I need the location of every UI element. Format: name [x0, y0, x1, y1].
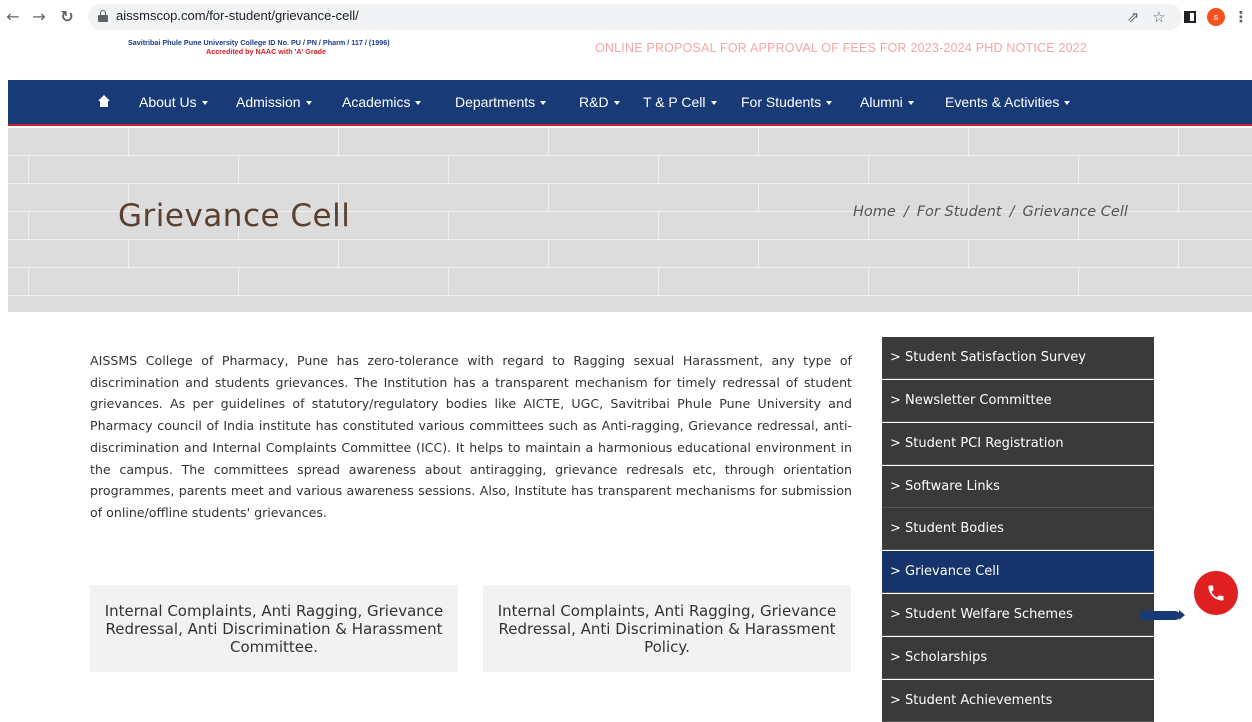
share-icon[interactable]: ⇗ — [1122, 6, 1144, 28]
profile-avatar[interactable]: s — [1207, 8, 1225, 26]
sidebar-item-student-bodies[interactable]: > Student Bodies — [882, 508, 1154, 550]
star-icon[interactable]: ☆ — [1148, 6, 1170, 28]
caret-down-icon — [540, 101, 547, 106]
caret-down-icon — [305, 101, 312, 106]
call-button[interactable] — [1194, 571, 1238, 615]
phone-icon — [1208, 585, 1224, 601]
accreditation-line: Accredited by NAAC with 'A' Grade — [206, 47, 327, 56]
policy-card-label[interactable]: Internal Complaints, Anti Ragging, Griev… — [492, 602, 842, 656]
university-line: Savitribai Phule Pune University College… — [128, 38, 390, 47]
policy-card[interactable]: Internal Complaints, Anti Ragging, Griev… — [483, 585, 851, 672]
reload-icon[interactable]: ↻ — [56, 6, 78, 28]
nav-departments[interactable]: Departments — [455, 94, 547, 110]
more-menu-icon[interactable]: ⋮ — [1230, 6, 1252, 28]
committee-card-label[interactable]: Internal Complaints, Anti Ragging, Griev… — [99, 602, 449, 656]
sidebar-item-newsletter-committee[interactable]: > Newsletter Committee — [882, 380, 1154, 422]
nav-tp-cell[interactable]: T & P Cell — [643, 94, 717, 110]
caret-down-icon — [415, 101, 422, 106]
side-panel-icon[interactable] — [1179, 6, 1201, 28]
nav-alumni[interactable]: Alumni — [860, 94, 914, 110]
nav-events-activities[interactable]: Events & Activities — [945, 94, 1071, 110]
caret-down-icon — [1064, 101, 1071, 106]
sidebar-item-software-links[interactable]: > Software Links — [882, 466, 1154, 508]
breadcrumb-current: Grievance Cell — [1022, 204, 1128, 220]
nav-for-students[interactable]: For Students — [741, 94, 833, 110]
nav-about-us[interactable]: About Us — [139, 94, 208, 110]
arrow-right-icon[interactable]: → — [28, 6, 50, 28]
main-navigation: About Us Admission Academics Departments… — [8, 80, 1252, 126]
sidebar-item-student-pci-registration[interactable]: > Student PCI Registration — [882, 423, 1154, 465]
caret-down-icon — [907, 101, 914, 106]
top-info-bar: Savitribai Phule Pune University College… — [0, 36, 1252, 80]
lock-icon — [98, 10, 108, 22]
sidebar-item-grievance-cell[interactable]: > Grievance Cell — [882, 551, 1154, 593]
nav-rnd[interactable]: R&D — [579, 94, 620, 110]
browser-toolbar: ← → ↻ aissmscop.com/for-student/grievanc… — [0, 0, 1252, 36]
breadcrumb-home[interactable]: Home — [853, 204, 896, 220]
page-title: Grievance Cell — [118, 198, 351, 234]
page-banner: Grievance Cell Home / For Student / Grievanc… — [8, 128, 1252, 312]
nav-academics[interactable]: Academics — [342, 94, 422, 110]
sidebar-item-student-welfare-schemes[interactable]: > Student Welfare Schemes — [882, 594, 1154, 636]
sidebar-item-student-satisfaction-survey[interactable]: > Student Satisfaction Survey — [882, 337, 1154, 379]
caret-down-icon — [710, 101, 717, 106]
caret-down-icon — [826, 101, 833, 106]
arrow-left-icon[interactable]: ← — [2, 6, 24, 28]
committee-card[interactable]: Internal Complaints, Anti Ragging, Griev… — [90, 585, 458, 672]
caret-down-icon — [613, 101, 620, 106]
grievance-description: AISSMS College of Pharmacy, Pune has zer… — [90, 353, 852, 520]
address-bar[interactable]: aissmscop.com/for-student/grievance-cell… — [88, 4, 1182, 30]
caret-down-icon — [201, 101, 208, 106]
sidebar-item-scholarships[interactable]: > Scholarships — [882, 637, 1154, 679]
announcement-marquee[interactable]: ONLINE PROPOSAL FOR APPROVAL OF FEES FOR… — [595, 41, 1087, 55]
breadcrumb-for-student[interactable]: For Student — [917, 204, 1002, 220]
home-icon[interactable] — [98, 95, 110, 107]
sidebar-item-student-achievements[interactable]: > Student Achievements — [882, 680, 1154, 722]
call-tab[interactable] — [1140, 610, 1185, 620]
url-text[interactable]: aissmscop.com/for-student/grievance-cell… — [116, 8, 359, 23]
nav-admission[interactable]: Admission — [236, 94, 312, 110]
breadcrumb: Home / For Student / Grievance Cell — [853, 204, 1128, 220]
